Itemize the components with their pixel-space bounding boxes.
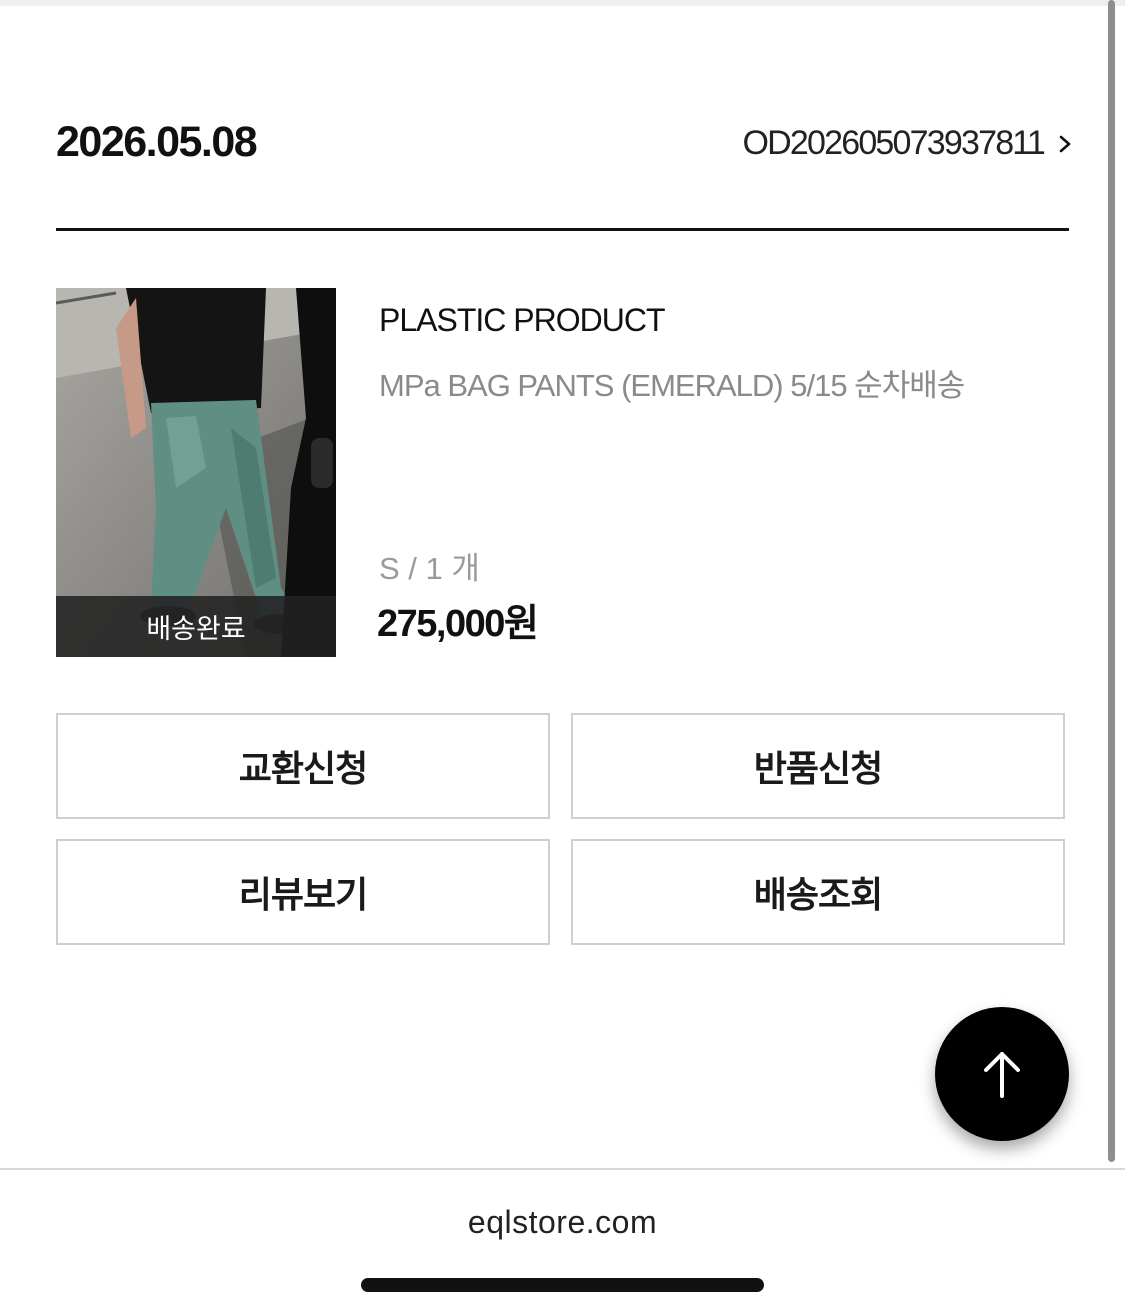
product-option: S / 1 개 (379, 551, 480, 586)
top-strip (0, 0, 1125, 6)
product-image[interactable]: 배송완료 (56, 288, 336, 657)
chevron-right-icon (1059, 135, 1071, 152)
order-number-link[interactable]: OD202605073937811 (742, 124, 1072, 163)
track-delivery-button[interactable]: 배송조회 (571, 839, 1065, 945)
order-detail-page: 2026.05.08 OD202605073937811 배송완료 PLASTI… (0, 0, 1125, 1315)
scrollbar[interactable] (1108, 0, 1115, 1162)
order-header-divider (56, 228, 1069, 231)
view-review-button[interactable]: 리뷰보기 (56, 839, 550, 945)
order-date: 2026.05.08 (56, 118, 258, 166)
brand-name[interactable]: PLASTIC PRODUCT (379, 302, 665, 339)
browser-bottom-bar (0, 1168, 1125, 1315)
exchange-request-button[interactable]: 교환신청 (56, 713, 550, 819)
arrow-up-icon (984, 1052, 1020, 1098)
product-price: 275,000원 (377, 603, 539, 645)
delivery-status-badge: 배송완료 (56, 596, 336, 657)
browser-url[interactable]: eqlstore.com (0, 1204, 1125, 1241)
return-request-button[interactable]: 반품신청 (571, 713, 1065, 819)
order-number: OD202605073937811 (742, 124, 1045, 162)
product-name[interactable]: MPa BAG PANTS (EMERALD) 5/15 순차배송 (379, 360, 965, 405)
scroll-to-top-button[interactable] (935, 1007, 1069, 1141)
home-indicator[interactable] (361, 1278, 764, 1292)
